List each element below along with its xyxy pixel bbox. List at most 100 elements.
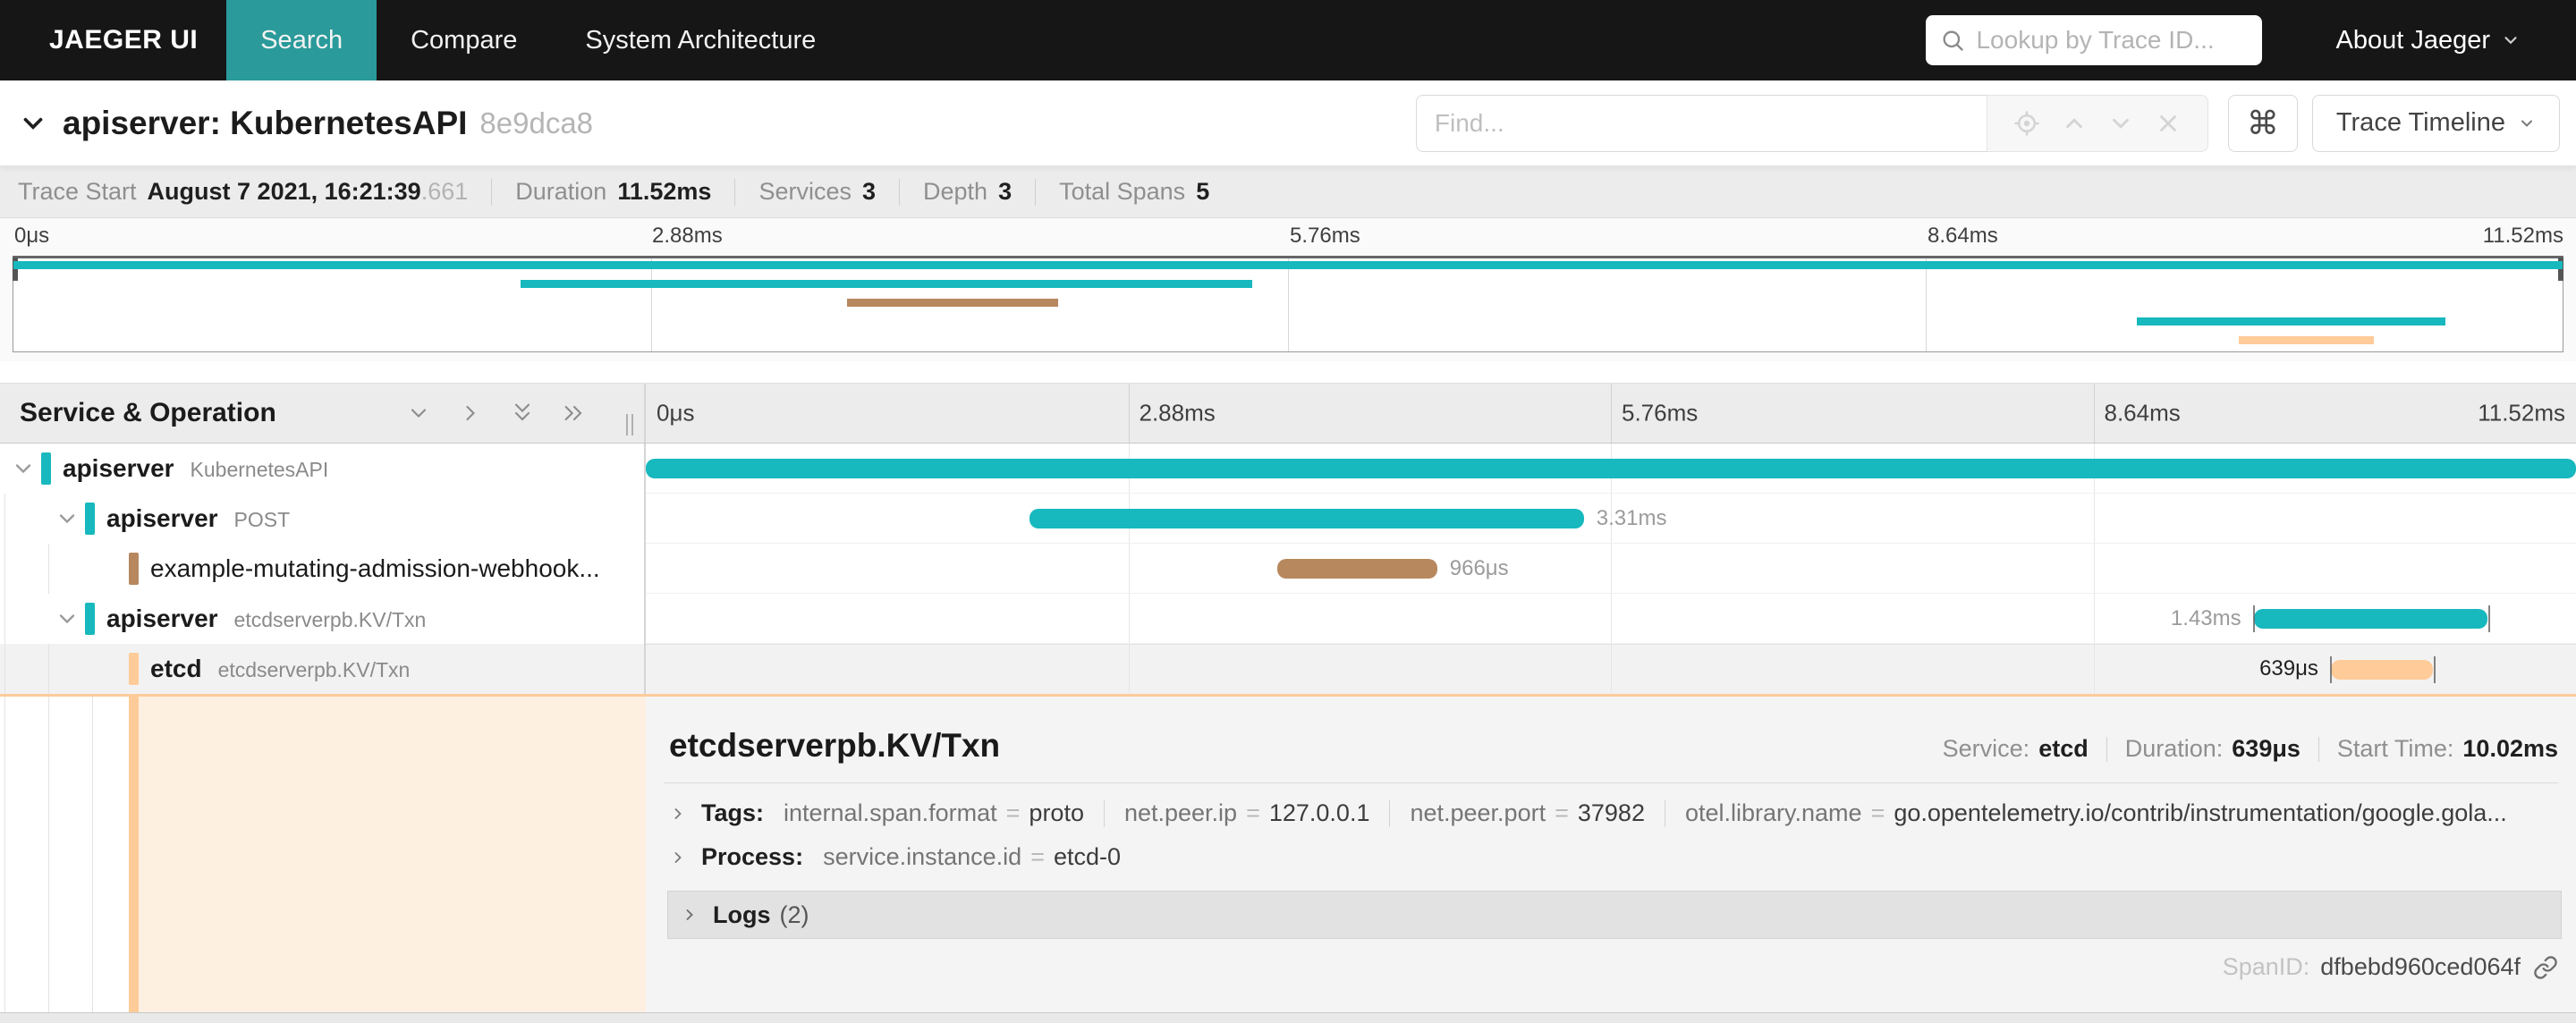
span-bar-end-tick <box>2487 605 2490 632</box>
span-bar-start-tick <box>2329 656 2332 683</box>
span-timeline-cell[interactable]: 639μs <box>646 644 2576 694</box>
expand-children-icon[interactable] <box>55 506 80 531</box>
collapse-all-icon[interactable] <box>510 401 535 426</box>
timeline-gridline <box>2093 645 2095 693</box>
find-prev-icon[interactable] <box>2061 110 2088 137</box>
operation-name: etcdserverpb.KV/Txn <box>217 658 411 681</box>
tag-equals: = <box>1870 799 1885 826</box>
find-next-icon[interactable] <box>2107 110 2134 137</box>
timeline-gridline <box>2093 594 2095 643</box>
chevron-right-icon <box>686 909 693 920</box>
span-duration-bar[interactable] <box>646 459 2576 478</box>
expand-one-icon[interactable] <box>458 401 483 426</box>
trace-title: apiserver: KubernetesAPI <box>63 104 468 141</box>
trace-lookup-input[interactable] <box>1976 26 2249 55</box>
minimap-gridline <box>1925 258 1927 351</box>
minimap-canvas[interactable] <box>13 256 2563 352</box>
nav-item-system-architecture[interactable]: System Architecture <box>551 0 850 80</box>
span-duration-bar[interactable] <box>1030 509 1584 528</box>
service-name[interactable]: apiserver KubernetesAPI <box>63 454 328 483</box>
deep-link-icon[interactable] <box>2533 955 2558 980</box>
span-row[interactable]: apiserver KubernetesAPI <box>0 444 2576 494</box>
service-color-bar <box>41 452 51 485</box>
service-name[interactable]: apiserver POST <box>106 504 290 533</box>
collapse-trace-chevron-icon[interactable] <box>18 108 48 139</box>
service-name[interactable]: etcd etcdserverpb.KV/Txn <box>150 655 410 683</box>
detail-meta-label: Duration: <box>2124 735 2224 762</box>
app-brand: JAEGER UI <box>49 25 199 55</box>
tree-guide-line <box>48 697 49 1012</box>
minimap-span-bar <box>521 280 1253 288</box>
span-timeline-cell[interactable]: 966μs <box>646 544 2576 594</box>
summary-item: Duration 11.52ms <box>515 178 711 206</box>
logs-accordion[interactable]: Logs (2) <box>667 891 2562 939</box>
span-row[interactable]: example-mutating-admission-webhook... 966… <box>0 544 2576 594</box>
span-row[interactable]: etcd etcdserverpb.KV/Txn 639μs <box>0 644 2576 694</box>
nav-item-search[interactable]: Search <box>226 0 377 80</box>
span-detail-panel: etcdserverpb.KV/Txn Service: etcd Duration… <box>646 697 2576 1012</box>
summary-item: Depth 3 <box>923 178 1012 206</box>
expand-children-icon[interactable] <box>11 456 36 481</box>
about-jaeger-menu[interactable]: About Jaeger <box>2335 26 2521 55</box>
expand-all-icon[interactable] <box>562 401 587 426</box>
trace-view-selector[interactable]: Trace Timeline <box>2311 94 2560 152</box>
span-duration-bar[interactable] <box>2253 609 2487 629</box>
trace-id: 8e9dca8 <box>479 106 594 140</box>
page-bottom-strip <box>0 1012 2576 1023</box>
minimap-gridline <box>650 258 652 351</box>
span-detail-divider <box>664 782 2558 783</box>
keyboard-shortcuts-button[interactable]: ⌘ <box>2227 94 2298 152</box>
section-process-accordion[interactable]: Process: service.instance.id = etcd-0 <box>669 843 2558 871</box>
timeline-gridline <box>1611 645 1612 693</box>
find-tools <box>1986 94 2208 152</box>
span-timeline-cell[interactable]: 1.43ms <box>646 594 2576 644</box>
span-duration-bar[interactable] <box>1276 559 1437 579</box>
tag-divider <box>1389 799 1391 827</box>
section-tags-accordion[interactable]: Tags: internal.span.format = proto net.peer.… <box>669 799 2558 827</box>
tag-value: 37982 <box>1577 799 1645 826</box>
trace-view-label: Trace Timeline <box>2335 108 2505 137</box>
chevron-down-icon <box>2521 120 2532 127</box>
service-name[interactable]: example-mutating-admission-webhook... <box>150 554 600 583</box>
timeline-gridline <box>1128 544 1130 593</box>
minimap-gridline <box>1288 258 1289 351</box>
tag-key: otel.library.name <box>1684 799 1862 826</box>
summary-label: Services <box>758 178 852 205</box>
collapse-one-icon[interactable] <box>406 401 431 426</box>
minimap-tick-label: 0μs <box>14 224 50 248</box>
span-rows: apiserver KubernetesAPI apiserver POST 3.31m… <box>0 444 2576 694</box>
span-id-footer: SpanID: dfbebd960ced064f <box>646 953 2558 981</box>
span-detail-header[interactable]: etcdserverpb.KV/Txn Service: etcd Duration… <box>646 697 2576 765</box>
timeline-gridline <box>1128 594 1130 643</box>
timeline-header: 0μs 2.88ms 5.76ms 8.64ms 11.52ms <box>646 384 2576 443</box>
summary-item: Total Spans 5 <box>1059 178 1209 206</box>
service-name[interactable]: apiserver etcdserverpb.KV/Txn <box>106 604 426 633</box>
summary-value: 5 <box>1196 178 1210 205</box>
trace-lookup-box[interactable] <box>1926 15 2263 65</box>
tree-guide-line <box>4 494 5 544</box>
timeline-tick-label: 11.52ms <box>2478 399 2565 427</box>
span-timeline-cell[interactable] <box>646 444 2576 494</box>
timeline-gridline <box>1611 544 1612 593</box>
tag-key: net.peer.ip <box>1123 799 1238 826</box>
span-table-header: Service & Operation 0μs 2.88ms 5.76ms 8.64m… <box>0 383 2576 444</box>
span-timeline-cell[interactable]: 3.31ms <box>646 494 2576 544</box>
timeline-tick-label: 2.88ms <box>1139 399 1216 427</box>
span-row[interactable]: apiserver etcdserverpb.KV/Txn 1.43ms <box>0 594 2576 644</box>
span-duration-bar[interactable] <box>2330 660 2434 680</box>
tag-equals: = <box>1555 799 1569 826</box>
clear-find-icon[interactable] <box>2155 110 2182 137</box>
span-detail-gutter <box>0 697 646 1012</box>
summary-value-suffix: .661 <box>420 178 469 205</box>
expand-children-icon[interactable] <box>55 606 80 631</box>
operation-name: KubernetesAPI <box>190 458 329 481</box>
locate-span-icon[interactable] <box>2013 110 2040 137</box>
nav-item-compare[interactable]: Compare <box>377 0 551 80</box>
minimap-tick-label: 8.64ms <box>1928 224 1998 248</box>
column-resize-grip[interactable] <box>623 414 637 435</box>
find-input[interactable] <box>1415 94 1987 152</box>
span-row[interactable]: apiserver POST 3.31ms <box>0 494 2576 544</box>
detail-meta-label: Start Time: <box>2336 735 2454 762</box>
section-label: Process: <box>701 843 804 870</box>
summary-value: 11.52ms <box>617 178 712 205</box>
